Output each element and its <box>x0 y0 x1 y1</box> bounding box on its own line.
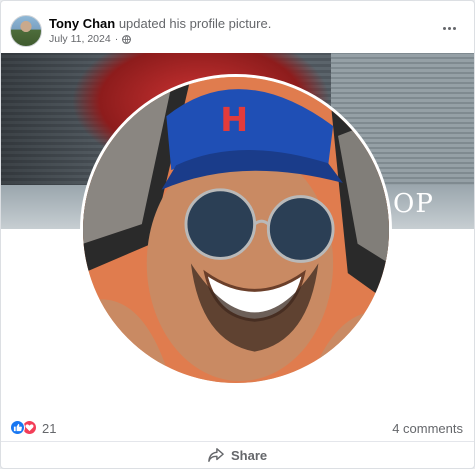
post-card: Tony Chan updated his profile picture. J… <box>0 0 475 469</box>
svg-text:H: H <box>220 100 248 139</box>
post-action-text: updated his profile picture. <box>118 16 272 31</box>
post-meta: July 11, 2024 · <box>49 33 132 45</box>
post-media[interactable]: OP H <box>1 53 474 413</box>
post-title: Tony Chan updated his profile picture. <box>49 16 271 31</box>
share-icon <box>208 448 224 462</box>
post-header: Tony Chan updated his profile picture. J… <box>1 1 474 53</box>
profile-picture[interactable]: H <box>80 74 392 386</box>
share-label: Share <box>231 447 268 463</box>
profile-portrait: H <box>83 77 389 383</box>
more-options-icon[interactable] <box>436 19 462 37</box>
like-icon <box>10 420 25 435</box>
reaction-count[interactable]: 21 <box>42 421 56 436</box>
author-name[interactable]: Tony Chan <box>49 16 115 31</box>
reaction-icons[interactable] <box>10 420 38 436</box>
cover-text: OP <box>393 189 434 219</box>
globe-icon <box>122 34 132 44</box>
comments-count-link[interactable]: 4 comments <box>392 421 463 436</box>
share-button[interactable]: Share <box>207 447 267 463</box>
author-avatar[interactable] <box>10 15 42 47</box>
reactions-bar: 21 4 comments <box>1 413 474 442</box>
post-date[interactable]: July 11, 2024 <box>49 33 111 45</box>
action-bar: Share <box>1 442 474 468</box>
